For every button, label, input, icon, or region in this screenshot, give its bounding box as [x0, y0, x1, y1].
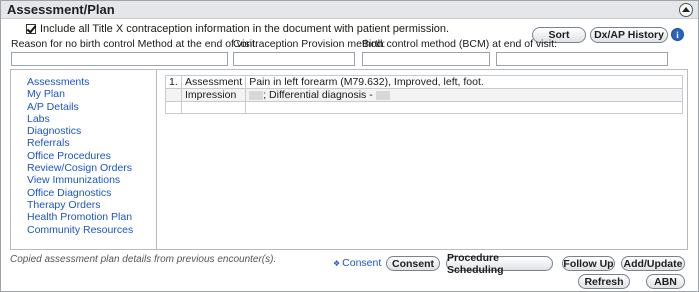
- nav-item-labs[interactable]: Labs: [11, 113, 156, 125]
- nav-item-view-immunizations[interactable]: View Immunizations: [11, 174, 156, 186]
- table-row[interactable]: 1. Assessment Pain in left forearm (M79.…: [165, 75, 683, 89]
- nav-item-ap-details[interactable]: A/P Details: [11, 101, 156, 113]
- row-number: [165, 88, 182, 102]
- table-row[interactable]: Impression ; Differential diagnosis -: [165, 88, 683, 102]
- no-bc-reason-input[interactable]: [11, 52, 228, 66]
- section-header: Assessment/Plan: [1, 1, 698, 19]
- contraception-provision-input[interactable]: [233, 52, 355, 66]
- nav-item-review-cosign-orders[interactable]: Review/Cosign Orders: [11, 162, 156, 174]
- consent-link-label: Consent: [342, 257, 382, 269]
- title-x-consent-checkbox[interactable]: [26, 24, 36, 34]
- nav-item-diagnostics[interactable]: Diagnostics: [11, 125, 156, 137]
- row-number: 1.: [165, 75, 182, 89]
- dx-ap-history-button[interactable]: Dx/AP History: [590, 27, 668, 43]
- title-x-consent-option[interactable]: Include all Title X contraception inform…: [26, 23, 449, 35]
- row-number: [165, 101, 182, 114]
- title-x-consent-label: Include all Title X contraception inform…: [40, 23, 450, 35]
- procedure-scheduling-button[interactable]: Procedure Scheduling: [446, 252, 553, 276]
- row-text-cell: ; Differential diagnosis -: [245, 88, 683, 102]
- bcm-end-of-visit-label: Birth control method (BCM) at end of vis…: [362, 38, 557, 50]
- row-text: Pain in left forearm (M79.632), Improved…: [245, 75, 683, 89]
- consent-button[interactable]: Consent: [386, 256, 440, 271]
- assessment-plan-panel: Assessment/Plan Include all Title X cont…: [0, 0, 699, 292]
- nav-item-community-resources[interactable]: Community Resources: [11, 224, 156, 236]
- table-row[interactable]: [165, 101, 683, 114]
- bcm-detail-input[interactable]: [496, 52, 668, 66]
- row-type: Impression: [180, 88, 247, 102]
- collapse-chevron-up-icon[interactable]: [679, 3, 693, 17]
- copied-note: Copied assessment plan details from prev…: [10, 254, 277, 265]
- abn-button[interactable]: ABN: [646, 274, 685, 289]
- nav-item-office-procedures[interactable]: Office Procedures: [11, 150, 156, 162]
- info-icon[interactable]: i: [671, 28, 684, 41]
- redacted-block: [249, 90, 264, 100]
- assessment-content-box: Assessments My Plan A/P Details Labs Dia…: [10, 69, 688, 250]
- row-type: Assessment: [180, 75, 247, 89]
- nav-item-referrals[interactable]: Referrals: [11, 137, 156, 149]
- assessment-table: 1. Assessment Pain in left forearm (M79.…: [165, 75, 683, 114]
- nav-item-assessments[interactable]: Assessments: [11, 76, 156, 88]
- consent-link[interactable]: ❖ Consent: [333, 257, 381, 269]
- row-type: [180, 101, 247, 114]
- assessment-nav-list: Assessments My Plan A/P Details Labs Dia…: [11, 70, 157, 249]
- redacted-block: [375, 90, 390, 100]
- refresh-button[interactable]: Refresh: [578, 274, 630, 289]
- nav-item-office-diagnostics[interactable]: Office Diagnostics: [11, 187, 156, 199]
- row-text: ; Differential diagnosis -: [263, 89, 373, 101]
- nav-item-therapy-orders[interactable]: Therapy Orders: [11, 199, 156, 211]
- bcm-end-of-visit-input[interactable]: [362, 52, 490, 66]
- no-bc-reason-label: Reason for no birth control Method at th…: [11, 38, 258, 50]
- add-update-button[interactable]: Add/Update: [621, 256, 685, 271]
- section-title: Assessment/Plan: [7, 2, 115, 17]
- chevron-right-icon: ❖: [333, 259, 341, 268]
- nav-item-health-promotion-plan[interactable]: Health Promotion Plan: [11, 211, 156, 223]
- follow-up-button[interactable]: Follow Up: [562, 256, 615, 271]
- nav-item-my-plan[interactable]: My Plan: [11, 88, 156, 100]
- row-text: [245, 101, 683, 114]
